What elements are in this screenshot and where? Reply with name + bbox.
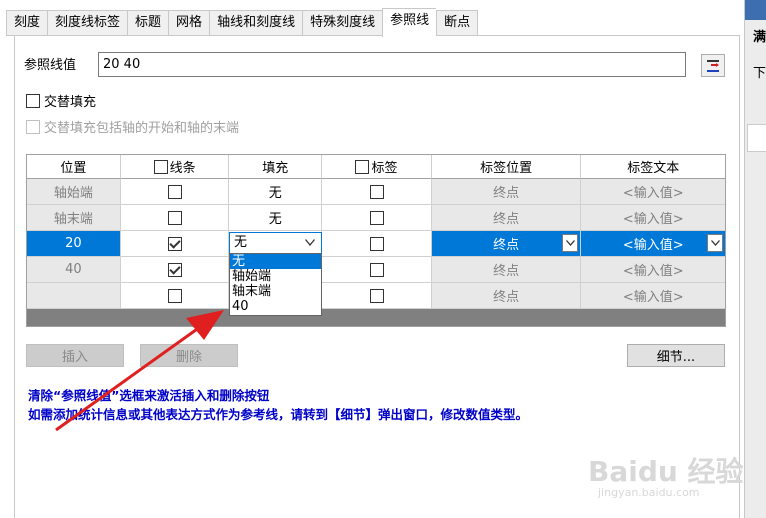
alt-fill-label: 交替填充 bbox=[44, 95, 97, 110]
row-position: 轴末端 bbox=[27, 205, 121, 231]
table-row[interactable]: 轴始端 无 终点 <输入值> bbox=[27, 179, 725, 205]
table-row[interactable]: 终点 <输入值> bbox=[27, 283, 725, 309]
row-label-checkbox[interactable] bbox=[369, 262, 384, 277]
header-label[interactable]: 标签 bbox=[322, 155, 432, 179]
fill-option[interactable]: 轴始端 bbox=[230, 269, 321, 284]
tab-tick-labels[interactable]: 刻度线标签 bbox=[47, 10, 128, 36]
grid-header: 位置 线条 填充 标签 标签位置 标签文本 bbox=[27, 155, 725, 181]
tab-special-ticks[interactable]: 特殊刻度线 bbox=[302, 10, 383, 36]
row-line-checkbox[interactable] bbox=[167, 184, 182, 199]
header-label-checkbox[interactable] bbox=[355, 159, 370, 174]
row-label-position[interactable]: 终点 bbox=[431, 257, 582, 283]
row-position bbox=[27, 283, 121, 309]
row-label-position[interactable]: 终点 bbox=[431, 179, 582, 205]
row-position: 40 bbox=[27, 257, 121, 283]
row-label-text[interactable]: <输入值> bbox=[581, 179, 725, 205]
row-label-position: 终点 bbox=[493, 238, 520, 253]
row-position: 20 bbox=[27, 231, 121, 257]
adjacent-label-2: 下 bbox=[753, 66, 766, 81]
row-label-cell[interactable] bbox=[322, 179, 432, 205]
row-label-position[interactable]: 终点 bbox=[431, 283, 582, 309]
watermark-url: jingyan.baidu.com bbox=[598, 486, 700, 499]
header-line[interactable]: 线条 bbox=[120, 155, 230, 179]
alt-fill-axis-label: 交替填充包括轴的开始和轴的末端 bbox=[44, 121, 240, 136]
row-label-cell[interactable] bbox=[322, 205, 432, 231]
grid-bottom-bar bbox=[27, 309, 725, 326]
delete-button[interactable]: 删除 bbox=[140, 344, 238, 367]
row-label-checkbox[interactable] bbox=[369, 184, 384, 199]
tab-axis-ticks[interactable]: 轴线和刻度线 bbox=[209, 10, 303, 36]
row-line-checkbox[interactable] bbox=[167, 236, 182, 251]
row-label-checkbox[interactable] bbox=[369, 236, 384, 251]
row-line-cell[interactable] bbox=[120, 283, 230, 309]
row-label-checkbox[interactable] bbox=[369, 288, 384, 303]
tab-scale[interactable]: 刻度 bbox=[6, 10, 48, 36]
insert-button[interactable]: 插入 bbox=[26, 344, 124, 367]
header-line-label: 线条 bbox=[169, 161, 196, 176]
tab-title[interactable]: 标题 bbox=[127, 10, 169, 36]
picker-icon bbox=[707, 60, 719, 72]
row-line-cell[interactable] bbox=[120, 257, 230, 283]
reference-picker-button[interactable] bbox=[701, 54, 725, 77]
adjacent-window: 满 下 bbox=[744, 0, 766, 518]
row-line-checkbox[interactable] bbox=[167, 262, 182, 277]
row-line-cell[interactable] bbox=[120, 205, 230, 231]
details-button[interactable]: 细节... bbox=[627, 344, 725, 367]
row-label-text[interactable]: <输入值> bbox=[581, 205, 725, 231]
tab-grid[interactable]: 网格 bbox=[168, 10, 210, 36]
tab-breaks[interactable]: 断点 bbox=[436, 10, 479, 36]
chevron-down-icon[interactable] bbox=[562, 234, 579, 252]
reference-value-input[interactable]: 20 40 bbox=[98, 52, 686, 77]
note-line-2: 如需添加统计信息或其他表达方式作为参考线，请转到【细节】弹出窗口，修改数值类型。 bbox=[28, 407, 529, 422]
row-line-cell[interactable] bbox=[120, 179, 230, 205]
row-label-cell[interactable] bbox=[322, 257, 432, 283]
row-line-checkbox[interactable] bbox=[167, 210, 182, 225]
alt-fill-axis-checkbox bbox=[26, 119, 40, 134]
row-label-text[interactable]: <输入值> bbox=[581, 283, 725, 309]
header-label-text-col: 标签文本 bbox=[581, 155, 725, 179]
chevron-down-icon[interactable] bbox=[305, 239, 315, 246]
row-label-checkbox[interactable] bbox=[369, 210, 384, 225]
row-label-text: <输入值> bbox=[622, 238, 684, 253]
row-position: 轴始端 bbox=[27, 179, 121, 205]
row-line-checkbox[interactable] bbox=[167, 288, 182, 303]
row-label-text[interactable]: <输入值> bbox=[581, 257, 725, 283]
alt-fill-axis-option: 交替填充包括轴的开始和轴的末端 bbox=[26, 117, 239, 136]
row-label-position[interactable]: 终点 bbox=[431, 205, 582, 231]
header-label-position: 标签位置 bbox=[431, 155, 582, 179]
table-row[interactable]: 40 终点 <输入值> bbox=[27, 257, 725, 283]
tab-bar: 刻度 刻度线标签 标题 网格 轴线和刻度线 特殊刻度线 参照线 断点 bbox=[6, 8, 479, 37]
reference-value-label: 参照线值 bbox=[24, 58, 77, 73]
row-fill[interactable]: 无 bbox=[229, 205, 323, 231]
alt-fill-checkbox[interactable] bbox=[26, 93, 40, 108]
row-label-text-select[interactable]: <输入值> bbox=[581, 231, 725, 257]
table-row[interactable]: 轴末端 无 终点 <输入值> bbox=[27, 205, 725, 231]
header-fill: 填充 bbox=[229, 155, 323, 179]
adjacent-label-1: 满 bbox=[753, 30, 766, 45]
fill-select-value: 无 bbox=[234, 235, 248, 250]
fill-select[interactable]: 无 bbox=[229, 232, 322, 254]
row-label-cell[interactable] bbox=[322, 283, 432, 309]
note-line-1: 清除“参照线值”选框来激活插入和删除按钮 bbox=[28, 388, 270, 403]
row-label-cell[interactable] bbox=[322, 231, 432, 257]
header-label-text: 标签 bbox=[371, 161, 398, 176]
header-line-checkbox[interactable] bbox=[153, 159, 168, 174]
adjacent-titlebar bbox=[745, 0, 766, 20]
fill-option[interactable]: 轴末端 bbox=[230, 284, 321, 299]
chevron-down-icon[interactable] bbox=[707, 234, 723, 252]
fill-option[interactable]: 无 bbox=[230, 254, 321, 269]
row-line-cell[interactable] bbox=[120, 231, 230, 257]
row-fill[interactable]: 无 bbox=[229, 179, 323, 205]
fill-option[interactable]: 40 bbox=[230, 299, 321, 314]
adjacent-field[interactable] bbox=[747, 124, 766, 152]
tab-reference-lines[interactable]: 参照线 bbox=[382, 8, 437, 37]
alt-fill-option[interactable]: 交替填充 bbox=[26, 91, 96, 110]
reference-line-grid: 位置 线条 填充 标签 标签位置 标签文本 轴始端 无 终点 <输入值> 轴末端… bbox=[26, 154, 726, 327]
watermark-logo: Baidu 经验 bbox=[588, 455, 744, 488]
row-label-position-select[interactable]: 终点 bbox=[431, 231, 582, 257]
table-row[interactable]: 20 终点 <输入值> bbox=[27, 231, 725, 257]
header-position: 位置 bbox=[27, 155, 121, 179]
fill-dropdown-list: 无 轴始端 轴末端 40 bbox=[229, 253, 322, 316]
